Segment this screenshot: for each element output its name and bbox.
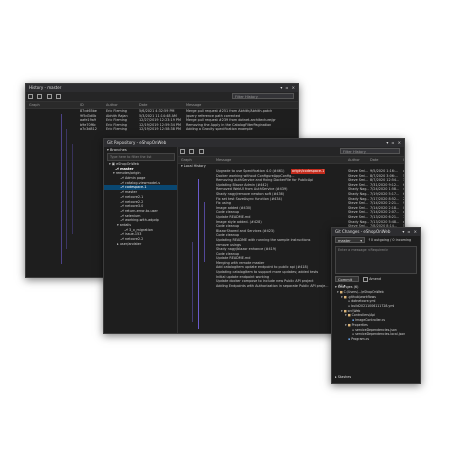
amend-checkbox[interactable]: Amend (363, 276, 381, 282)
git-changes-title: Git Changes - eShopOnWeb (335, 229, 391, 234)
sync-status[interactable]: ↑0 outgoing / 0 incoming (368, 237, 411, 243)
col-date[interactable]: Date (370, 157, 378, 163)
changes-tree: ▾ ■ C:\Users\...\eShopOnWeb ▾ ■ .github\… (332, 290, 420, 342)
col-date[interactable]: Date (139, 102, 147, 108)
col-id[interactable]: ID (403, 157, 404, 163)
git-changes-window: Git Changes - eShopOnWeb ▾ ▫ × master ▾ … (331, 227, 421, 384)
commit-message: Adding a Gravity specification example (186, 127, 253, 132)
commit-author: Eric Fleming (106, 127, 127, 132)
col-graph[interactable]: Graph (29, 102, 40, 108)
history-column-header: Graph ID Author Date Message (26, 102, 298, 109)
branch-folder[interactable]: ▸ user/andster (104, 242, 177, 247)
history-toolbar: Filter History (26, 92, 298, 102)
git-changes-title-bar: Git Changes - eShopOnWeb ▾ ▫ × (332, 228, 420, 236)
checkbox-icon (363, 276, 368, 282)
commit-row: Commit All ▾ Amend (332, 275, 420, 288)
git-repo-title-bar: Git Repository - eShopOnWeb ▾ ▫ × (104, 139, 404, 147)
file-icon: ▫ (348, 304, 351, 309)
repo-icon: ▣ (111, 162, 115, 166)
change-file[interactable]: ▪ Program.cs (332, 337, 420, 342)
graph-icon[interactable] (189, 149, 195, 154)
filter-icon[interactable] (46, 94, 52, 99)
history-filter-input[interactable]: Filter History (232, 93, 294, 99)
col-graph[interactable]: Graph (181, 157, 192, 163)
window-controls[interactable]: ▾ ▫ × (402, 228, 418, 236)
chevron-down-icon: ▾ (360, 239, 362, 243)
window-controls[interactable]: ▾ ▫ × (386, 139, 402, 147)
json-file-icon: ▫ (352, 327, 355, 332)
refresh-icon[interactable] (180, 149, 185, 154)
col-author[interactable]: Author (348, 157, 360, 163)
csharp-file-icon: ▪ (348, 336, 351, 341)
window-controls[interactable]: ▾ ▫ × (280, 84, 296, 92)
file-icon: ▫ (348, 299, 351, 304)
settings-icon[interactable] (55, 94, 61, 99)
json-file-icon: ▫ (352, 332, 355, 337)
branch-row: master ▾ ↑0 outgoing / 0 incoming (332, 236, 420, 245)
col-message[interactable]: Message (186, 102, 201, 108)
folder-icon: ■ (347, 313, 351, 318)
commit-message-input[interactable]: Enter a message <Required> (335, 246, 417, 274)
repo-history-toolbar: Filter History (178, 147, 404, 157)
commit-message: Adding Endpoints with Authorization in s… (216, 283, 329, 288)
stashes-header[interactable]: ▸ Stashes (332, 374, 351, 380)
git-repo-title: Git Repository - eShopOnWeb (107, 140, 167, 145)
folder-icon: ■ (343, 294, 347, 299)
branches-pane: ▾ Branches Type here to filter the list … (104, 147, 178, 333)
commit-all-button[interactable]: Commit All ▾ (335, 276, 359, 288)
commit-id: a7c3d812 (80, 127, 97, 132)
folder-icon: ■ (339, 290, 343, 294)
csharp-file-icon: ▪ (352, 318, 355, 323)
commit-date: 12/19/2019 12:58:38 PM (139, 127, 181, 132)
branch-filter-input[interactable]: Type here to filter the list (107, 153, 175, 161)
history-title: History - master (29, 85, 62, 90)
branches-label: Branches (109, 148, 127, 152)
folder-icon: ■ (343, 308, 347, 313)
settings-icon[interactable] (198, 149, 204, 154)
repo-filter-input[interactable]: Filter History (340, 148, 400, 154)
repo-column-header: Graph Message Author Date ID (178, 157, 404, 164)
branch-picker[interactable]: master ▾ (335, 237, 365, 243)
folder-icon: ■ (347, 322, 351, 327)
history-title-bar: History - master ▾ ▫ × (26, 84, 298, 92)
graph-icon[interactable] (37, 94, 43, 99)
col-id[interactable]: ID (80, 102, 84, 108)
refresh-icon[interactable] (28, 94, 33, 99)
col-message[interactable]: Message (216, 157, 231, 163)
branch-tree: ▾ ▣ eShopOnWeb ⎇ master ▾ remotes/origin… (104, 162, 177, 246)
col-author[interactable]: Author (106, 102, 118, 108)
